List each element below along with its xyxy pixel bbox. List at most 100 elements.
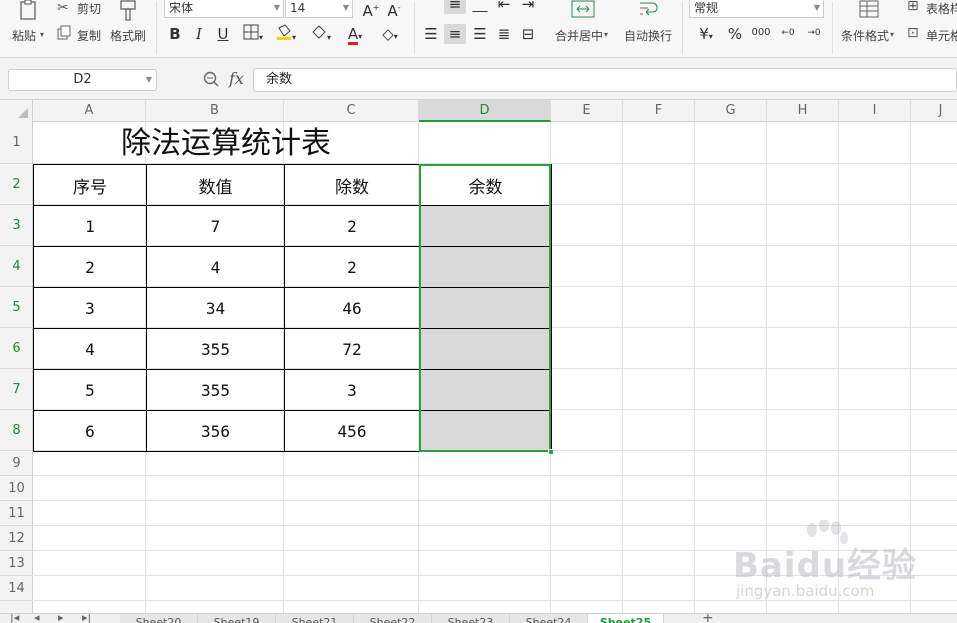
paste-dropdown-icon[interactable]: ▾ xyxy=(40,27,44,43)
data-cell[interactable]: 456 xyxy=(284,410,420,452)
remainder-cell[interactable] xyxy=(419,369,552,411)
data-cell[interactable]: 356 xyxy=(146,410,285,452)
distributed-icon[interactable]: ⊟ xyxy=(518,24,538,44)
remainder-cell[interactable] xyxy=(419,287,552,329)
table-style-icon[interactable]: ⊞ xyxy=(907,0,919,14)
cut-button[interactable]: 剪切 xyxy=(77,0,101,17)
row-header-9[interactable]: 9 xyxy=(0,451,33,476)
copy-icon[interactable] xyxy=(57,25,72,44)
column-header-c[interactable]: C xyxy=(284,100,419,122)
font-size-select[interactable]: 14 ▼ xyxy=(285,0,353,18)
data-cell[interactable]: 4 xyxy=(146,246,285,288)
name-box[interactable]: D2 ▼ xyxy=(8,69,157,91)
sheet-tab[interactable]: Sheet19 xyxy=(198,614,276,623)
column-header-f[interactable]: F xyxy=(623,100,695,122)
remainder-cell[interactable] xyxy=(419,328,552,370)
column-header-d[interactable]: D xyxy=(419,100,551,122)
row-header-11[interactable]: 11 xyxy=(0,501,33,526)
row-header-4[interactable]: 4 xyxy=(0,246,33,287)
decrease-decimal-icon[interactable]: →0 xyxy=(803,23,825,43)
first-sheet-icon[interactable]: |◂ xyxy=(10,614,19,623)
cell-style-icon[interactable]: ⊡ xyxy=(907,25,919,41)
data-cell[interactable]: 46 xyxy=(284,287,420,329)
align-right-icon[interactable]: ☰ xyxy=(470,24,490,44)
currency-button[interactable]: ¥▾ xyxy=(693,24,719,44)
align-middle-icon[interactable]: ≡ xyxy=(444,0,466,14)
sheet-tab[interactable]: Sheet23 xyxy=(432,614,510,623)
row-header-2[interactable]: 2 xyxy=(0,164,33,205)
scissors-icon[interactable]: ✂ xyxy=(57,0,69,16)
row-header-12[interactable]: 12 xyxy=(0,526,33,551)
sheet-tab[interactable]: Sheet21 xyxy=(276,614,354,623)
column-header-e[interactable]: E xyxy=(551,100,623,122)
row-header-13[interactable]: 13 xyxy=(0,551,33,576)
chevron-down-icon[interactable]: ▾ xyxy=(604,27,608,43)
increase-font-icon[interactable]: A+ xyxy=(362,0,380,20)
sheet-title-cell[interactable]: 除法运算统计表 xyxy=(33,122,419,164)
increase-decimal-icon[interactable]: ←0 xyxy=(777,23,799,43)
row-header-8[interactable]: 8 xyxy=(0,410,33,451)
data-cell[interactable]: 1 xyxy=(33,205,147,247)
data-cell[interactable]: 2 xyxy=(284,246,420,288)
thousands-button[interactable]: 000 xyxy=(750,23,772,43)
format-painter-icon[interactable] xyxy=(118,0,138,26)
sheet-tab[interactable]: Sheet22 xyxy=(354,614,432,623)
format-painter-button[interactable]: 格式刷 xyxy=(110,27,146,44)
formula-input[interactable]: 余数 xyxy=(253,68,957,92)
header-cell[interactable]: 序号 xyxy=(33,164,147,206)
align-top-icon[interactable]: ⎺ xyxy=(421,0,441,14)
indent-decrease-icon[interactable]: ⇤ xyxy=(494,0,514,14)
justify-icon[interactable]: ≣ xyxy=(494,24,514,44)
sheet-tab[interactable]: Sheet20 xyxy=(120,614,198,623)
borders-icon[interactable]: ▾ xyxy=(240,24,266,44)
number-format-select[interactable]: 常规 ▼ xyxy=(689,0,824,18)
data-cell[interactable]: 34 xyxy=(146,287,285,329)
font-color-icon[interactable]: A▾ xyxy=(342,24,368,45)
column-header-a[interactable]: A xyxy=(33,100,146,122)
add-sheet-icon[interactable]: + xyxy=(702,614,714,623)
percent-button[interactable]: % xyxy=(726,24,744,44)
data-cell[interactable]: 2 xyxy=(33,246,147,288)
row-header-7[interactable]: 7 xyxy=(0,369,33,410)
align-left-icon[interactable]: ☰ xyxy=(421,24,441,44)
align-center-icon[interactable]: ≡ xyxy=(444,24,466,44)
merge-center-button[interactable]: 合并居中 xyxy=(555,27,603,44)
column-header-h[interactable]: H xyxy=(767,100,839,122)
data-cell[interactable]: 4 xyxy=(33,328,147,370)
wrap-text-icon[interactable] xyxy=(637,0,661,22)
fill-color-icon[interactable]: ▾ xyxy=(273,24,299,44)
row-header-14[interactable]: 14 xyxy=(0,576,33,601)
indent-increase-icon[interactable]: ⇥ xyxy=(518,0,538,14)
data-cell[interactable]: 72 xyxy=(284,328,420,370)
cell-area[interactable]: 除法运算统计表 序号 数值 除数 余数 1 7 2 2 4 2 3 34 46 4 355 72 5 355 3 6 3… xyxy=(33,122,957,613)
column-header-b[interactable]: B xyxy=(146,100,284,122)
cell-style-button[interactable]: 单元格 xyxy=(926,27,957,44)
header-cell[interactable]: 除数 xyxy=(284,164,420,206)
data-cell[interactable]: 2 xyxy=(284,205,420,247)
chevron-down-icon[interactable]: ▾ xyxy=(890,27,894,43)
paint-bucket-icon[interactable]: ▾ xyxy=(308,24,334,44)
next-sheet-icon[interactable]: ▸ xyxy=(58,614,64,623)
column-header-g[interactable]: G xyxy=(695,100,767,122)
wrap-text-button[interactable]: 自动换行 xyxy=(624,27,672,44)
row-header-3[interactable]: 3 xyxy=(0,205,33,246)
underline-button[interactable]: U xyxy=(214,24,232,44)
bold-button[interactable]: B xyxy=(166,24,184,44)
data-cell[interactable]: 3 xyxy=(284,369,420,411)
font-name-select[interactable]: 宋体 ▼ xyxy=(164,0,284,18)
zoom-formula-icon[interactable] xyxy=(202,70,220,88)
decrease-font-icon[interactable]: A- xyxy=(385,0,403,20)
row-header-6[interactable]: 6 xyxy=(0,328,33,369)
row-header-5[interactable]: 5 xyxy=(0,287,33,328)
remainder-cell[interactable] xyxy=(419,205,552,247)
data-cell[interactable]: 7 xyxy=(146,205,285,247)
data-cell[interactable]: 5 xyxy=(33,369,147,411)
sheet-tab[interactable]: Sheet25 xyxy=(588,614,664,623)
prev-sheet-icon[interactable]: ◂ xyxy=(34,614,40,623)
header-cell[interactable]: 余数 xyxy=(419,164,552,206)
header-cell[interactable]: 数值 xyxy=(146,164,285,206)
data-cell[interactable]: 6 xyxy=(33,410,147,452)
conditional-format-icon[interactable] xyxy=(858,0,880,22)
data-cell[interactable]: 355 xyxy=(146,369,285,411)
table-style-button[interactable]: 表格样 xyxy=(926,0,957,17)
